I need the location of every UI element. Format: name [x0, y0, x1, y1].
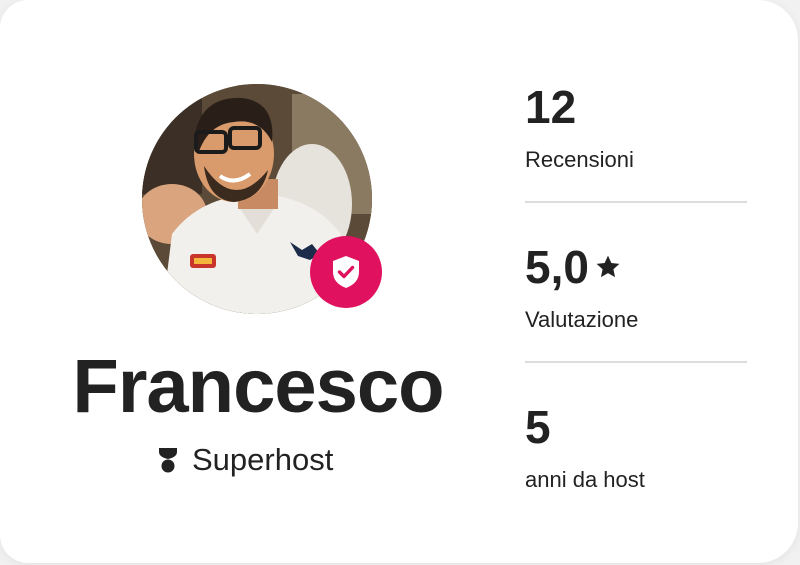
stat-value: 5,0 [525, 240, 621, 294]
stat-label: Valutazione [525, 307, 639, 332]
reviews-count: 12 [525, 81, 577, 133]
superhost-icon [159, 448, 177, 473]
verified-shield-icon [333, 256, 359, 288]
stat-label: Recensioni [525, 147, 634, 172]
superhost-label: Superhost [192, 442, 334, 477]
host-profile-card: Francesco Superhost 12 Recensioni 5,0 Va… [0, 0, 798, 563]
stat-years-hosting[interactable]: 5 anni da host [525, 400, 747, 560]
stat-rating[interactable]: 5,0 Valutazione [525, 240, 747, 400]
superhost-badge: Superhost [158, 440, 333, 480]
divider [525, 361, 747, 363]
verified-badge [310, 236, 382, 308]
years-hosting-count: 5 [525, 401, 551, 453]
host-name: Francesco [72, 344, 444, 429]
star-icon [596, 255, 620, 278]
stat-label: anni da host [525, 467, 645, 492]
stat-value: 5 [525, 400, 551, 454]
rating-value: 5,0 [525, 241, 589, 293]
stat-reviews[interactable]: 12 Recensioni [525, 80, 747, 240]
stat-value: 12 [525, 80, 576, 134]
host-stats: 12 Recensioni 5,0 Valutazione 5 anni da … [525, 80, 747, 560]
divider [525, 201, 747, 203]
host-avatar-container [142, 84, 382, 314]
